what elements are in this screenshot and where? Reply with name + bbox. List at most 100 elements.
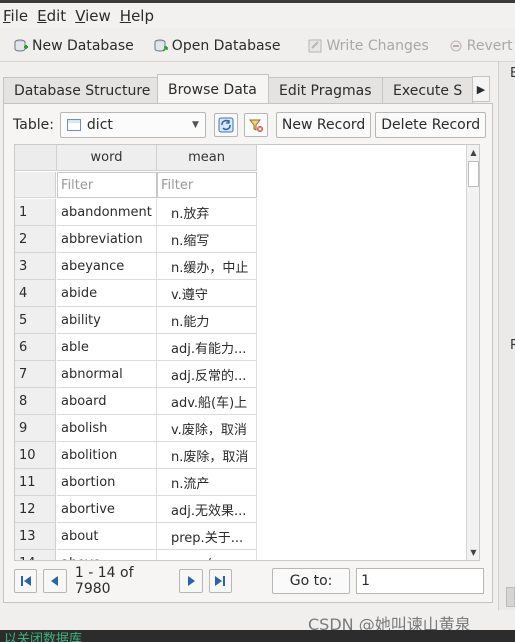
- table-cell-mean[interactable]: n.放弃: [157, 199, 257, 226]
- table-cell-mean[interactable]: v.遵守: [157, 280, 257, 307]
- tab-browse-data[interactable]: Browse Data: [157, 74, 269, 104]
- table-cell-mean[interactable]: prep.关于...: [157, 523, 257, 550]
- tab-database-structure[interactable]: Database Structure: [3, 77, 158, 104]
- table-cell-word[interactable]: abandonment: [57, 199, 157, 226]
- dock-corner: [506, 587, 515, 607]
- scroll-down-arrow-icon[interactable]: ▼: [467, 545, 479, 559]
- delete-record-button[interactable]: Delete Record: [375, 112, 487, 138]
- row-number[interactable]: 13: [15, 523, 56, 550]
- chevron-down-icon: ▼: [192, 120, 199, 130]
- revert-changes-icon: [450, 40, 462, 51]
- table-cell-word[interactable]: about: [57, 523, 157, 550]
- data-grid: word mean Filter Filter 1 abandonment n.放弃…: [14, 144, 480, 561]
- row-number[interactable]: 10: [15, 442, 56, 469]
- table-select-value: dict: [86, 117, 113, 133]
- table-cell-mean[interactable]: adj.无效果...: [157, 496, 257, 523]
- row-number[interactable]: 9: [15, 415, 56, 442]
- menu-file[interactable]: File: [0, 7, 34, 25]
- row-number[interactable]: 3: [15, 253, 56, 280]
- previous-record-button[interactable]: [43, 569, 67, 593]
- new-database-button[interactable]: New Database: [8, 33, 140, 59]
- vertical-scrollbar[interactable]: ▲ ▼: [466, 145, 479, 560]
- write-changes-button[interactable]: Write Changes: [302, 33, 434, 59]
- table-cell-word[interactable]: abortion: [57, 469, 157, 496]
- table-cell-word[interactable]: abolition: [57, 442, 157, 469]
- clear-filter-icon: [248, 119, 263, 132]
- row-number[interactable]: 11: [15, 469, 56, 496]
- open-database-button[interactable]: Open Database: [148, 33, 287, 59]
- row-number[interactable]: 12: [15, 496, 56, 523]
- table-cell-mean[interactable]: adj.有能力...: [157, 334, 257, 361]
- row-number[interactable]: 8: [15, 388, 56, 415]
- row-number[interactable]: 14: [15, 550, 56, 560]
- new-database-icon: [14, 39, 28, 51]
- clear-filters-button[interactable]: [243, 113, 268, 137]
- revert-changes-label: Revert: [466, 37, 513, 54]
- row-number[interactable]: 5: [15, 307, 56, 334]
- menu-help[interactable]: Help: [117, 7, 160, 25]
- tab-execute-sql[interactable]: Execute S: [382, 77, 473, 104]
- go-to-button[interactable]: Go to:: [272, 568, 351, 594]
- tab-scroll-right-button[interactable]: ▶: [472, 76, 490, 102]
- table-cell-mean[interactable]: prep.在...: [157, 550, 257, 560]
- scrollbar-thumb[interactable]: [468, 161, 479, 187]
- row-number[interactable]: 7: [15, 361, 56, 388]
- table-selector-row: Table: dict ▼ New Record Delete Record: [13, 112, 487, 138]
- table-cell-mean[interactable]: n.能力: [157, 307, 257, 334]
- table-select[interactable]: dict ▼: [59, 112, 206, 138]
- tab-edit-pragmas[interactable]: Edit Pragmas: [268, 77, 383, 104]
- table-cell-mean[interactable]: adv.船(车)上: [157, 388, 257, 415]
- bottom-clipped-text: 以关闭数据库: [4, 632, 83, 642]
- table-cell-mean[interactable]: v.废除，取消: [157, 415, 257, 442]
- arrow-left-icon: [51, 576, 59, 586]
- skip-first-icon: [20, 576, 31, 586]
- table-cell-word[interactable]: abolish: [57, 415, 157, 442]
- bottom-background-strip: 以关闭数据库: [0, 630, 515, 642]
- record-count: 1 - 14 of 7980: [74, 565, 134, 597]
- row-number[interactable]: 4: [15, 280, 56, 307]
- table-cell-mean[interactable]: n.废除，取消: [157, 442, 257, 469]
- revert-changes-button[interactable]: Revert: [443, 33, 515, 59]
- last-record-button[interactable]: [208, 569, 233, 593]
- table-cell-mean[interactable]: n.缩写: [157, 226, 257, 253]
- filter-input-word[interactable]: Filter: [57, 172, 157, 198]
- main-tab-bar: Database Structure Browse Data Edit Prag…: [3, 74, 493, 104]
- table-cell-mean[interactable]: adj.反常的...: [157, 361, 257, 388]
- refresh-button[interactable]: [213, 113, 238, 137]
- table-icon: [66, 119, 81, 131]
- row-number[interactable]: 6: [15, 334, 56, 361]
- open-database-label: Open Database: [171, 37, 281, 54]
- table-cell-word[interactable]: above: [57, 550, 157, 560]
- first-record-button[interactable]: [14, 569, 38, 593]
- skip-last-icon: [215, 576, 226, 586]
- table-cell-word[interactable]: able: [57, 334, 157, 361]
- table-cell-word[interactable]: abortive: [57, 496, 157, 523]
- menu-bar: File Edit View Help: [0, 0, 515, 28]
- open-database-icon: [154, 39, 168, 52]
- table-cell-word[interactable]: abeyance: [57, 253, 157, 280]
- scroll-up-arrow-icon[interactable]: ▲: [467, 145, 479, 159]
- table-cell-word[interactable]: abnormal: [57, 361, 157, 388]
- go-to-input[interactable]: 1: [356, 568, 485, 594]
- table-cell-mean[interactable]: n.流产: [157, 469, 257, 496]
- record-navigation-bar: 1 - 14 of 7980 Go to: 1: [14, 565, 485, 597]
- table-cell-word[interactable]: abbreviation: [57, 226, 157, 253]
- row-number[interactable]: 2: [15, 226, 56, 253]
- right-dock-edge: [498, 62, 515, 610]
- table-cell-word[interactable]: abide: [57, 280, 157, 307]
- next-record-button[interactable]: [179, 569, 203, 593]
- new-record-button[interactable]: New Record: [275, 112, 372, 138]
- filter-row-header: [15, 172, 56, 198]
- write-changes-icon: [308, 39, 322, 52]
- column-header-mean[interactable]: mean: [157, 145, 257, 171]
- column-header-word[interactable]: word: [57, 145, 157, 171]
- dock-label-letter: R: [510, 338, 515, 353]
- menu-view[interactable]: View: [72, 7, 117, 25]
- table-cell-word[interactable]: ability: [57, 307, 157, 334]
- menu-edit[interactable]: Edit: [34, 7, 72, 25]
- table-cell-word[interactable]: aboard: [57, 388, 157, 415]
- filter-input-mean[interactable]: Filter: [157, 172, 257, 198]
- dock-title-letter: E: [510, 66, 515, 81]
- table-cell-mean[interactable]: n.缓办，中止: [157, 253, 257, 280]
- row-number[interactable]: 1: [15, 199, 56, 226]
